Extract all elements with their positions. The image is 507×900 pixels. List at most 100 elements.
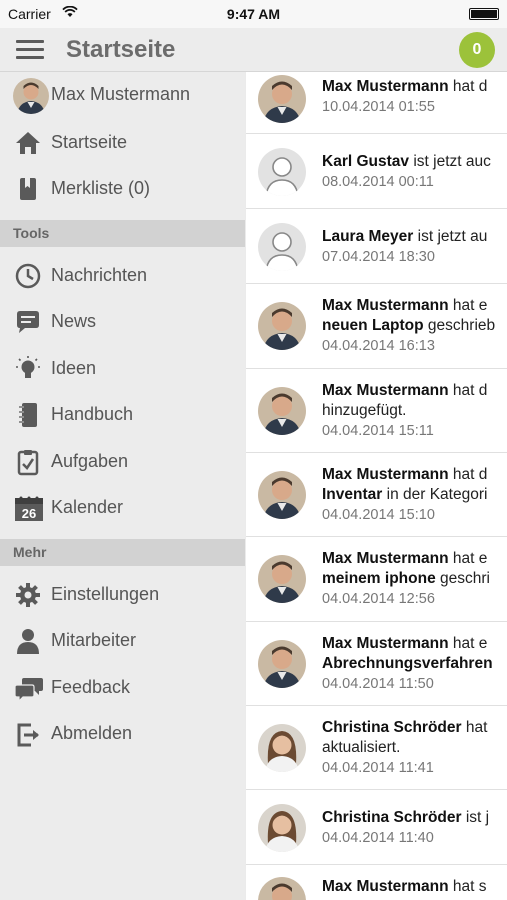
feed-item-subject: meinem iphone bbox=[322, 570, 436, 587]
feed-item-author: Max Mustermann bbox=[322, 297, 449, 314]
feed-item-headline: Laura Meyer ist jetzt au bbox=[322, 227, 507, 247]
feed-item-headline: Max Mustermann hat d bbox=[322, 381, 507, 401]
sidebar-item-aufgaben[interactable]: Aufgaben bbox=[0, 439, 245, 485]
feed-item-date: 04.04.2014 15:10 bbox=[322, 507, 435, 523]
feed-item-author: Max Mustermann bbox=[322, 635, 449, 652]
feed-item-text: Christina Schröder ist j 04.04.2014 11:40 bbox=[322, 808, 507, 848]
feed-item-author: Max Mustermann bbox=[322, 550, 449, 567]
avatar bbox=[258, 148, 306, 196]
feed-item-author: Karl Gustav bbox=[322, 153, 410, 170]
avatar bbox=[258, 555, 306, 603]
feed-item-text: Christina Schröder hat aktualisiert. 04.04… bbox=[322, 718, 507, 778]
sidebar-item-nachrichten[interactable]: Nachrichten bbox=[0, 253, 245, 299]
sidebar-item-label: Startseite bbox=[51, 132, 128, 152]
feed-item-text: Max Mustermann hat e meinem iphone geschr… bbox=[322, 549, 507, 609]
clipboard-check-icon bbox=[14, 448, 42, 476]
feed-item-headline: Max Mustermann hat e bbox=[322, 296, 507, 316]
sidebar-item-ideen[interactable]: Ideen bbox=[0, 346, 245, 392]
feed-item-subject: Inventar bbox=[322, 486, 383, 503]
sidebar-item-mitarbeiter[interactable]: Mitarbeiter bbox=[0, 618, 245, 664]
feed-item-date: 04.04.2014 11:41 bbox=[322, 760, 434, 776]
feed-item-text: Laura Meyer ist jetzt au 07.04.2014 18:30 bbox=[322, 227, 507, 267]
feed-item-headline: Christina Schröder ist j bbox=[322, 808, 507, 828]
menu-icon[interactable] bbox=[16, 40, 44, 60]
sidebar-item-abmelden[interactable]: Abmelden bbox=[0, 711, 245, 757]
feed-item-detail: neuen Laptop geschrieb bbox=[322, 316, 507, 336]
feed-item[interactable]: Christina Schröder ist j 04.04.2014 11:40 bbox=[246, 790, 507, 865]
gear-icon bbox=[14, 581, 42, 609]
feed-item-author: Christina Schröder bbox=[322, 719, 462, 736]
feed-item-headline: Karl Gustav ist jetzt auc bbox=[322, 152, 507, 172]
sidebar-item-startseite[interactable]: Startseite bbox=[0, 120, 245, 166]
feed-item[interactable]: Max Mustermann hat e meinem iphone geschr… bbox=[246, 537, 507, 622]
feed-item-detail: meinem iphone geschri bbox=[322, 569, 507, 589]
section-title: Mehr bbox=[13, 544, 47, 560]
sidebar-item-news[interactable]: News bbox=[0, 299, 245, 345]
feed-item-headline: Max Mustermann hat e bbox=[322, 634, 507, 654]
sidebar-user-name: Max Mustermann bbox=[51, 84, 191, 104]
notification-badge[interactable]: 0 bbox=[459, 32, 495, 68]
feed-item-detail-text: geschrieb bbox=[423, 317, 496, 334]
feed-item-headline: Max Mustermann hat d bbox=[322, 465, 507, 485]
feed-item-date: 04.04.2014 11:50 bbox=[322, 676, 434, 692]
feed-item-detail: aktualisiert. bbox=[322, 738, 507, 758]
feed-item[interactable]: Karl Gustav ist jetzt auc 08.04.2014 00:1… bbox=[246, 134, 507, 209]
section-header-mehr: Mehr bbox=[0, 539, 245, 566]
sidebar-item-merkliste[interactable]: Merkliste (0) bbox=[0, 166, 245, 212]
feed-item-action: hat e bbox=[448, 550, 488, 567]
feed-item[interactable]: Christina Schröder hat aktualisiert. 04.04… bbox=[246, 706, 507, 790]
calendar-day: 26 bbox=[22, 506, 36, 521]
sidebar-item-label: Aufgaben bbox=[51, 451, 129, 471]
feed-item-action: hat d bbox=[448, 382, 488, 399]
feed-item-action: hat e bbox=[448, 635, 488, 652]
sidebar-item-label: News bbox=[51, 311, 97, 331]
sidebar-item-label: Abmelden bbox=[51, 723, 133, 743]
feed-item-date: 04.04.2014 15:11 bbox=[322, 423, 434, 439]
feed-item[interactable]: Laura Meyer ist jetzt au 07.04.2014 18:30 bbox=[246, 209, 507, 284]
avatar bbox=[258, 724, 306, 772]
feed-item[interactable]: Max Mustermann hat e Abrechnungsverfahren… bbox=[246, 622, 507, 706]
avatar bbox=[258, 640, 306, 688]
feed-item-headline: Max Mustermann hat s bbox=[322, 877, 507, 897]
bookmark-icon bbox=[14, 175, 42, 203]
feed-item[interactable]: Max Mustermann hat s bbox=[246, 865, 507, 900]
calendar-icon: 26 bbox=[14, 494, 43, 522]
avatar bbox=[258, 877, 306, 900]
sidebar-item-label: Feedback bbox=[51, 677, 131, 697]
feed-item-detail: Inventar in der Kategori bbox=[322, 485, 507, 505]
feed-item-date: 04.04.2014 12:56 bbox=[322, 591, 435, 607]
feed-item[interactable]: Max Mustermann hat e neuen Laptop geschri… bbox=[246, 284, 507, 369]
sidebar-item-label: Nachrichten bbox=[51, 265, 148, 285]
feed-item[interactable]: Max Mustermann hat d 10.04.2014 01:55 bbox=[246, 72, 507, 134]
feed-item-author: Max Mustermann bbox=[322, 382, 449, 399]
sidebar-item-label: Merkliste (0) bbox=[51, 178, 151, 198]
sidebar-item-handbuch[interactable]: Handbuch bbox=[0, 392, 245, 438]
avatar bbox=[258, 302, 306, 350]
sidebar-item-einstellungen[interactable]: Einstellungen bbox=[0, 572, 245, 618]
feed-item-action: ist jetzt au bbox=[413, 228, 488, 245]
sidebar-item-kalender[interactable]: 26 Kalender bbox=[0, 485, 245, 531]
feed-item-date: 07.04.2014 18:30 bbox=[322, 249, 435, 265]
chat-bubbles-icon bbox=[14, 674, 43, 703]
feed-item[interactable]: Max Mustermann hat d Inventar in der Kate… bbox=[246, 453, 507, 537]
avatar bbox=[258, 223, 306, 271]
feed-item-headline: Christina Schröder hat bbox=[322, 718, 507, 738]
feed-item-date: 04.04.2014 16:13 bbox=[322, 338, 435, 354]
sidebar-user-profile[interactable]: Max Mustermann bbox=[0, 72, 245, 118]
sidebar-item-feedback[interactable]: Feedback bbox=[0, 665, 245, 711]
feed-item[interactable]: Max Mustermann hat d hinzugefügt. 04.04.20… bbox=[246, 369, 507, 453]
feed-item-detail-text: aktualisiert. bbox=[322, 739, 401, 756]
feed-item-text: Max Mustermann hat d Inventar in der Kate… bbox=[322, 465, 507, 525]
feed-item-detail: hinzugefügt. bbox=[322, 401, 507, 421]
feed-item-action: ist j bbox=[461, 809, 490, 826]
feed-item-action: hat d bbox=[448, 466, 488, 483]
sidebar-menu: Max Mustermann Startseite Merkliste (0) … bbox=[0, 72, 245, 900]
home-icon bbox=[14, 129, 42, 157]
activity-feed[interactable]: Max Mustermann hat d 10.04.2014 01:55 Karl… bbox=[246, 72, 507, 900]
feed-item-text: Max Mustermann hat d hinzugefügt. 04.04.20… bbox=[322, 381, 507, 441]
avatar bbox=[258, 387, 306, 435]
feed-item-action: hat bbox=[461, 719, 488, 736]
top-nav-bar: Startseite 0 bbox=[0, 28, 507, 72]
page-title: Startseite bbox=[66, 36, 176, 63]
feed-item-date: 10.04.2014 01:55 bbox=[322, 99, 435, 115]
